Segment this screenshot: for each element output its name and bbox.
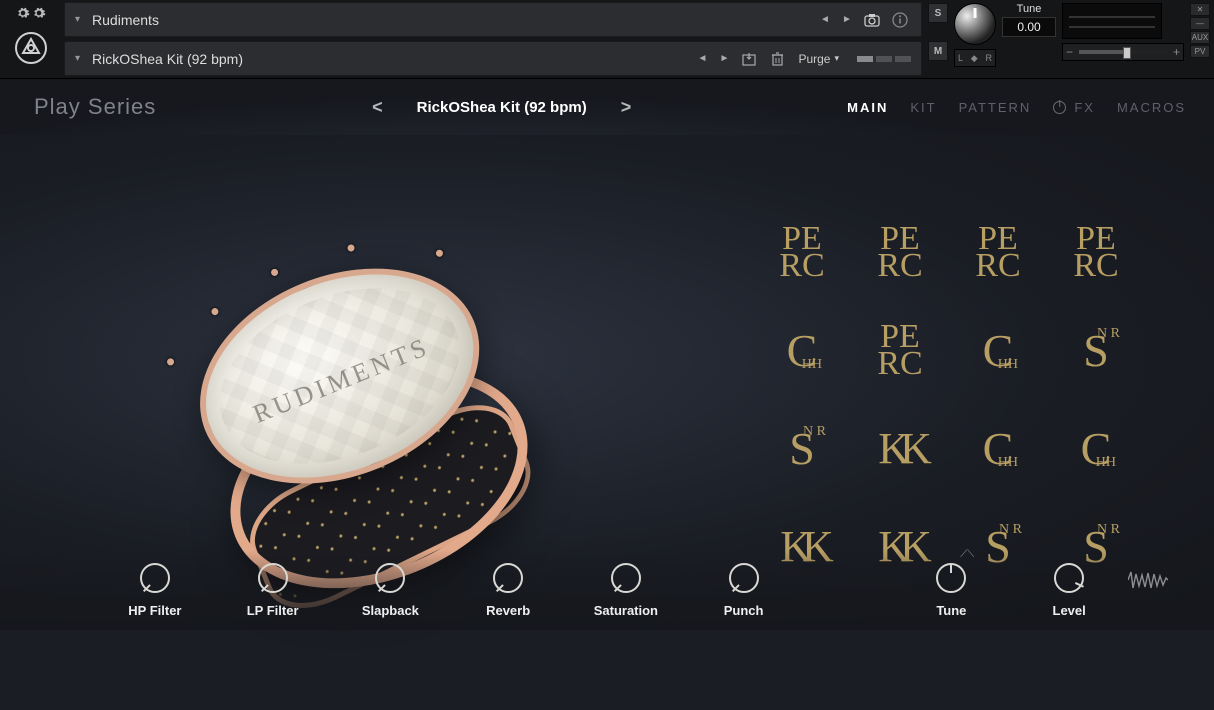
drum-label: RUDIMENTS [207,315,476,447]
chevron-down-icon: ▾ [834,53,839,64]
host-center: ▾ Rudiments ◄ ► ▾ RickOShea Kit (92 bpm)… [62,0,924,78]
pan-left-label: L [958,53,963,63]
host-left-icons [0,0,62,78]
window-buttons: ✕ — AUX PV [1190,3,1210,58]
info-icon[interactable] [889,9,911,31]
host-bar: ▾ Rudiments ◄ ► ▾ RickOShea Kit (92 bpm)… [0,0,1214,79]
knob-reverb[interactable]: Reverb [453,563,563,618]
pad-perc-3[interactable]: PE RC [950,205,1046,301]
pad-chh-2[interactable]: CHH [950,303,1046,399]
tune-label: Tune [1002,3,1056,15]
pad-perc-5[interactable]: PE RC [852,303,948,399]
brand-label: Play Series [34,94,156,120]
pad-chh-3[interactable]: CHH [950,401,1046,497]
chevron-down-icon: ▾ [75,53,80,64]
knob-tune[interactable]: ⟋⟍ Tune [897,563,1007,618]
close-button[interactable]: ✕ [1190,3,1210,16]
pad-perc-1[interactable]: PE RC [754,205,850,301]
pad-kick-1[interactable]: KK [852,401,948,497]
volume-slider[interactable]: − + [1062,43,1184,61]
main-canvas: RUDIMENTS PE RC PE RC PE RC PE RC CHH PE… [0,135,1214,630]
settings-gears[interactable] [16,6,46,20]
ni-logo-icon[interactable] [13,30,49,66]
pad-perc-4[interactable]: PE RC [1048,205,1144,301]
purge-dropdown[interactable]: Purge ▾ [794,52,843,66]
gear-icon [32,6,46,20]
aux-button[interactable]: AUX [1190,31,1210,44]
pan-slider[interactable]: L ◆ R [954,49,996,67]
knob-level[interactable]: Level [1014,563,1124,618]
host-right: S M L ◆ R Tune 0.00 − + ✕ — AUX [924,0,1214,78]
output-meter [1062,3,1162,39]
pv-button[interactable]: PV [1190,45,1210,58]
snapshot-icon[interactable] [861,9,883,31]
trash-icon[interactable] [766,48,788,70]
gear-icon [16,6,30,20]
tune-value[interactable]: 0.00 [1002,17,1056,37]
tune-knob[interactable] [954,3,996,45]
preset-prev-button[interactable]: < [372,97,383,118]
library-next[interactable]: ► [839,12,855,28]
knob-slapback[interactable]: Slapback [336,563,446,618]
library-name: Rudiments [92,12,159,28]
library-row[interactable]: ▾ Rudiments ◄ ► [64,2,922,37]
preset-next-button[interactable]: > [621,97,632,118]
pad-chh-1[interactable]: CHH [754,303,850,399]
purge-label: Purge [798,52,830,66]
tab-kit[interactable]: KIT [910,100,936,115]
save-icon[interactable] [738,48,760,70]
preset-prev[interactable]: ◄ [694,51,710,67]
macro-knob-row: HP Filter LP Filter Slapback Reverb Satu… [0,550,1214,630]
tab-pattern[interactable]: PATTERN [959,100,1032,115]
vol-plus: + [1173,45,1180,59]
memory-meter [857,56,911,62]
knob-saturation[interactable]: Saturation [571,563,681,618]
preset-name: RickOShea Kit (92 bpm) [92,51,243,67]
waveform-icon[interactable] [1128,570,1168,590]
mute-button[interactable]: M [928,41,948,61]
tab-main[interactable]: MAIN [847,100,888,115]
pad-grid: PE RC PE RC PE RC PE RC CHH PE RC CHH SN… [754,205,1144,595]
knob-punch[interactable]: Punch [689,563,799,618]
library-prev[interactable]: ◄ [817,12,833,28]
preset-row[interactable]: ▾ RickOShea Kit (92 bpm) ◄ ► Purge ▾ [64,41,922,76]
pan-right-label: R [986,53,993,63]
preset-display[interactable]: RickOShea Kit (92 bpm) [417,99,587,116]
preset-next[interactable]: ► [716,51,732,67]
power-icon [1053,101,1066,114]
vol-minus: − [1066,45,1073,59]
pan-center-icon: ◆ [971,53,978,64]
pad-snr-1[interactable]: SN R [1048,303,1144,399]
knob-lp-filter[interactable]: LP Filter [218,563,328,618]
preset-navigator: < RickOShea Kit (92 bpm) > [156,97,847,118]
knob-hp-filter[interactable]: HP Filter [100,563,210,618]
solo-button[interactable]: S [928,3,948,23]
tab-macros[interactable]: MACROS [1117,100,1186,115]
pad-perc-2[interactable]: PE RC [852,205,948,301]
tab-fx[interactable]: FX [1053,100,1095,115]
tab-bar: MAIN KIT PATTERN FX MACROS [847,100,1186,115]
chevron-down-icon: ▾ [75,14,80,25]
minimize-button[interactable]: — [1190,17,1210,30]
pad-snr-2[interactable]: SN R [754,401,850,497]
plugin-nav: Play Series < RickOShea Kit (92 bpm) > M… [0,79,1214,135]
pad-chh-4[interactable]: CHH [1048,401,1144,497]
stairstep-icon[interactable]: ⟋⟍ [960,549,974,560]
